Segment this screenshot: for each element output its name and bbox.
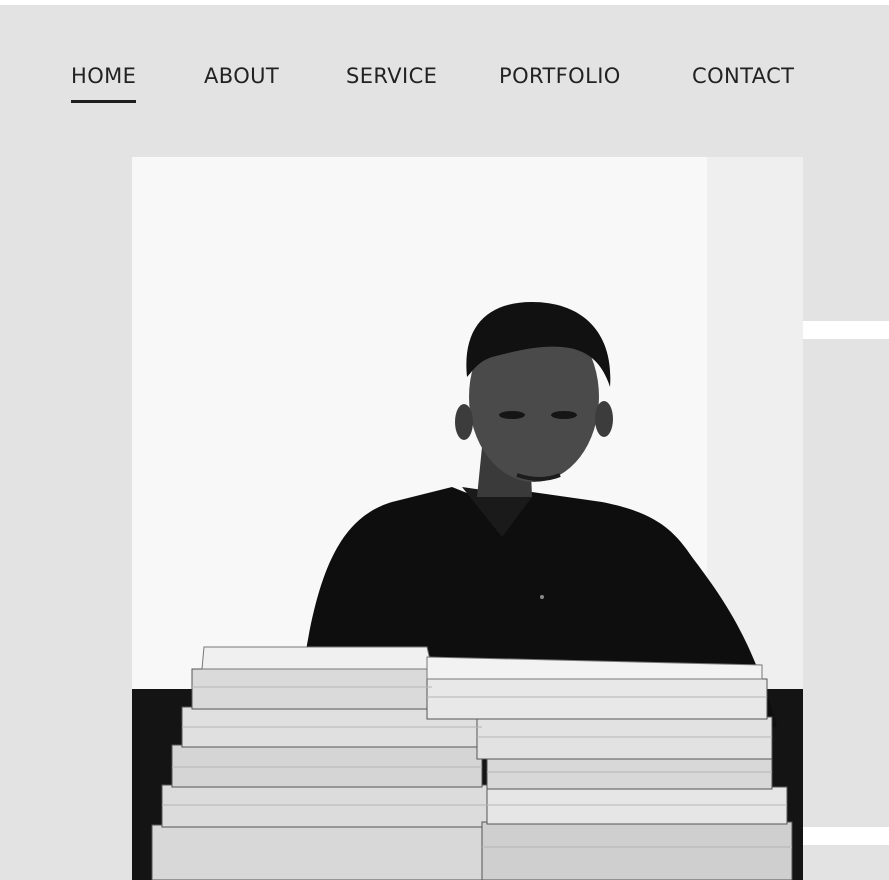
page-background: HOME ABOUT SERVICE PORTFOLIO CONTACT <box>0 5 889 880</box>
decorative-stripe-lower <box>803 827 889 845</box>
nav-item-contact[interactable]: CONTACT <box>692 63 794 89</box>
nav-item-portfolio[interactable]: PORTFOLIO <box>499 63 621 89</box>
decorative-stripe-upper <box>803 321 889 339</box>
nav-item-service[interactable]: SERVICE <box>346 63 437 89</box>
nav-item-home[interactable]: HOME <box>71 63 137 103</box>
nav-item-about[interactable]: ABOUT <box>204 63 279 89</box>
hero-portrait-photo <box>132 157 803 880</box>
